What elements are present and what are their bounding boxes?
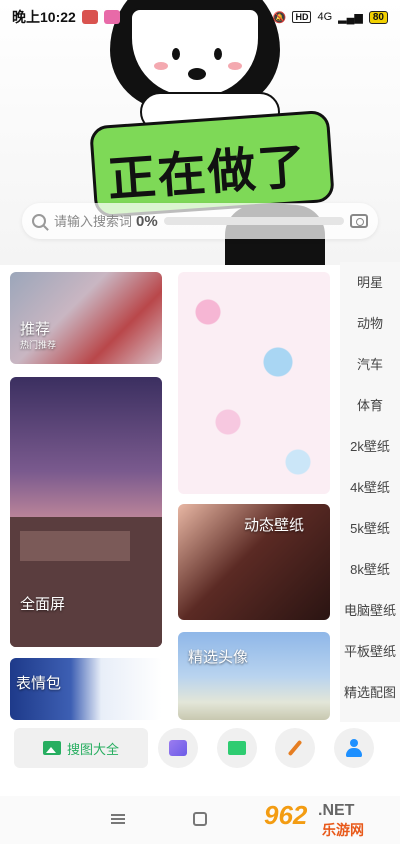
- gallery-icon: [169, 740, 187, 756]
- category-item[interactable]: 动物: [340, 313, 400, 332]
- app-notification-icon: [81, 10, 98, 24]
- search-bar[interactable]: 0%: [22, 203, 378, 239]
- category-item[interactable]: 精选配图: [340, 682, 400, 701]
- app-notification-icon-2: [103, 10, 120, 24]
- search-all-button[interactable]: 搜图大全: [14, 728, 148, 768]
- site-watermark: 962 .NET 乐游网: [264, 800, 394, 840]
- card-avatar[interactable]: 精选头像: [178, 632, 330, 720]
- hd-icon: HD: [292, 11, 312, 23]
- building-illustration: [10, 517, 162, 647]
- category-item[interactable]: 5k壁纸: [340, 518, 400, 537]
- system-nav-bar: 962 .NET 乐游网: [0, 796, 400, 844]
- category-item[interactable]: 8k壁纸: [340, 559, 400, 578]
- pen-icon: [287, 739, 303, 757]
- gallery-button[interactable]: [158, 728, 198, 768]
- card-avatar-title: 精选头像: [188, 649, 249, 666]
- loading-progress-text: 0%: [136, 212, 158, 230]
- loading-progress-bar: [163, 217, 344, 225]
- profile-button[interactable]: [334, 728, 374, 768]
- card-sticker[interactable]: 表情包: [10, 658, 162, 720]
- camera-icon[interactable]: [350, 214, 368, 228]
- home-icon[interactable]: [193, 812, 207, 826]
- category-item[interactable]: 电脑壁纸: [340, 600, 400, 619]
- card-live-title: 动态壁纸: [244, 517, 305, 534]
- status-time: 晚上10:22: [12, 9, 76, 25]
- category-item[interactable]: 汽车: [340, 354, 400, 373]
- watermark-number: 962: [264, 800, 308, 830]
- category-item[interactable]: 平板壁纸: [340, 641, 400, 660]
- card-pattern[interactable]: [178, 272, 330, 494]
- search-all-label: 搜图大全: [66, 741, 119, 757]
- status-bar: 晚上10:22 🔕 HD 4G ▂▄▆ 80: [0, 0, 400, 34]
- category-item[interactable]: 明星: [340, 272, 400, 291]
- cheek-right: [228, 62, 242, 70]
- menu-icon[interactable]: [111, 814, 125, 824]
- search-input[interactable]: [54, 213, 134, 229]
- card-recommend-title: 推荐: [20, 321, 51, 338]
- category-item[interactable]: 体育: [340, 395, 400, 414]
- album-button[interactable]: [217, 728, 257, 768]
- mouth: [188, 68, 206, 80]
- search-icon: [32, 214, 46, 228]
- card-sticker-title: 表情包: [16, 675, 62, 692]
- battery-level: 80: [368, 10, 388, 24]
- bottom-toolbar: 搜图大全: [0, 722, 400, 778]
- cheek-left: [154, 62, 168, 70]
- eye-left: [172, 48, 180, 60]
- mute-icon: 🔕: [272, 11, 287, 24]
- card-live-wallpaper[interactable]: 动态壁纸: [178, 504, 330, 620]
- banner-sign: 正在做了: [89, 109, 335, 219]
- category-sidebar: 明星 动物 汽车 体育 2k壁纸 4k壁纸 5k壁纸 8k壁纸 电脑壁纸 平板壁…: [340, 262, 400, 722]
- category-item[interactable]: 4k壁纸: [340, 477, 400, 496]
- person-icon: [346, 739, 362, 757]
- card-fullscreen[interactable]: 全面屏: [10, 377, 162, 647]
- banner-text: 正在做了: [105, 138, 310, 209]
- category-item[interactable]: 2k壁纸: [340, 436, 400, 455]
- card-recommend[interactable]: 推荐 热门推荐: [10, 272, 162, 364]
- image-icon: [42, 741, 61, 755]
- watermark-site-name: 乐游网: [322, 822, 364, 838]
- folder-image-icon: [228, 741, 246, 755]
- card-recommend-subtitle: 热门推荐: [20, 340, 57, 350]
- watermark-net: .NET: [318, 802, 355, 819]
- status-icons: 🔕 HD 4G ▂▄▆ 80: [272, 10, 388, 24]
- card-fullscreen-title: 全面屏: [20, 596, 66, 613]
- eye-right: [214, 48, 222, 60]
- signal-icon: ▂▄▆: [338, 11, 363, 24]
- network-label: 4G: [317, 11, 333, 23]
- edit-button[interactable]: [275, 728, 315, 768]
